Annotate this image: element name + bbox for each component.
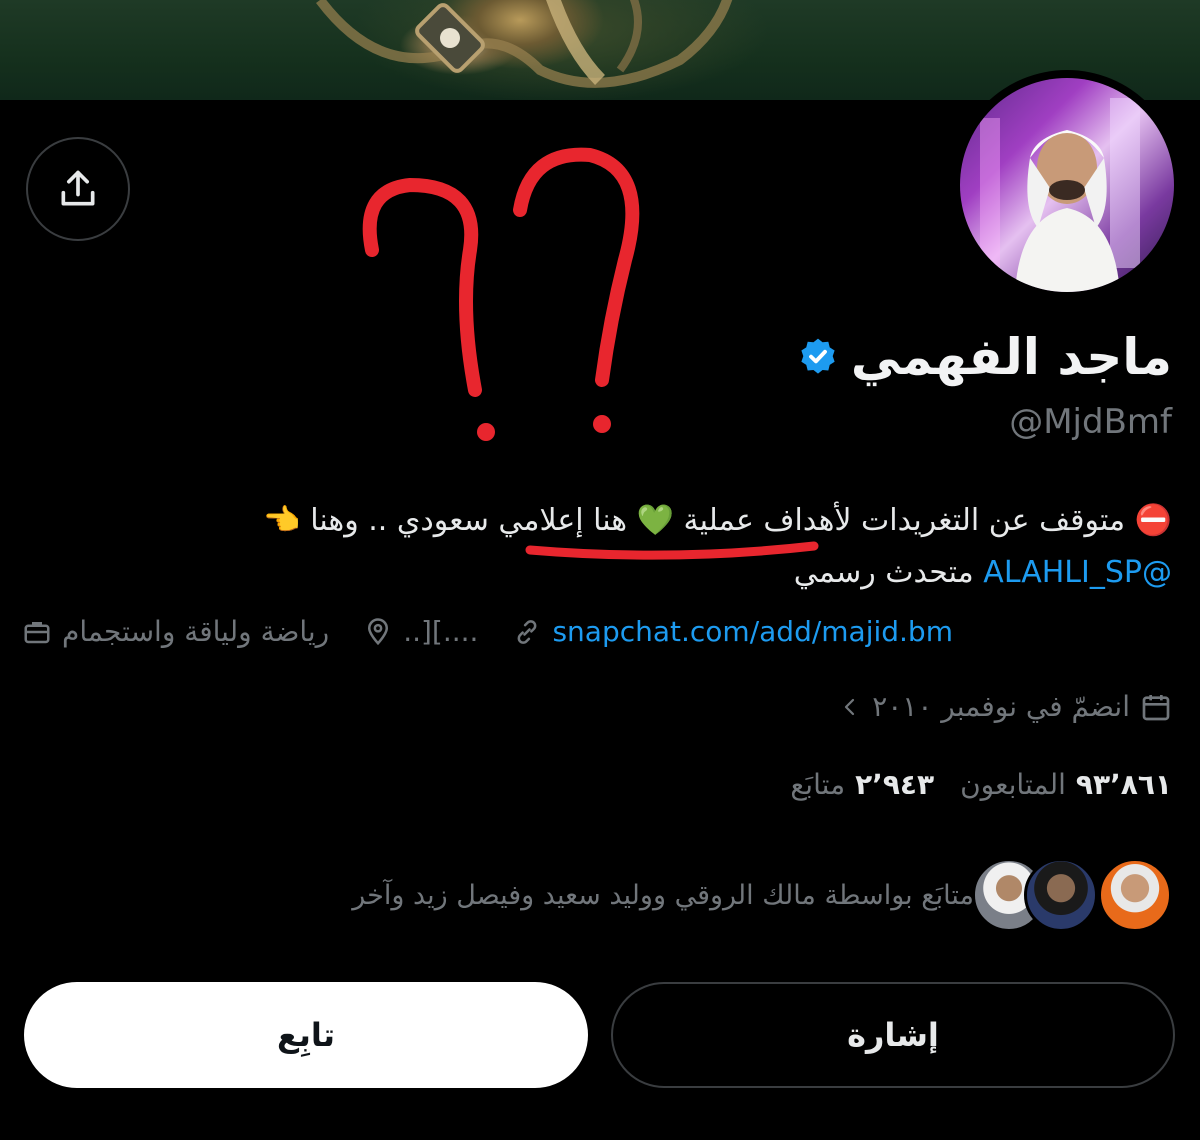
location-text: ....][.. [403, 615, 479, 648]
annotation-underline [525, 541, 819, 560]
following-stat[interactable]: ٢٬٩٤٣ متابَع [790, 768, 934, 801]
annotation-question-marks [362, 147, 640, 441]
bio-mention-link[interactable]: @ALAHLI_SP [983, 555, 1172, 590]
display-name: ماجد الفهمي [850, 328, 1172, 386]
avatar-photo [960, 78, 1174, 292]
website-link[interactable]: snapchat.com/add/majid.bm [552, 615, 953, 648]
followers-label: المتابعون [960, 768, 1066, 801]
profile-avatar[interactable] [952, 70, 1182, 300]
avatar [1098, 858, 1172, 932]
profile-meta: رياضة ولياقة واستجمام ....][.. snapchat.… [22, 615, 1172, 648]
followed-by-row[interactable]: متابَع بواسطة مالك الروقي ووليد سعيد وفي… [352, 858, 1172, 932]
followed-by-avatars [972, 858, 1172, 932]
banner-ornament [316, 0, 733, 88]
name-row: ماجد الفهمي [797, 328, 1172, 386]
share-icon [61, 170, 95, 206]
follow-stats: ٢٬٩٤٣ متابَع ٩٣٬٨٦١ المتابعون [790, 768, 1172, 801]
followed-by-text: متابَع بواسطة مالك الروقي ووليد سعيد وفي… [352, 879, 974, 911]
bio-line-2-text: متحدث رسمي [793, 555, 984, 590]
avatar-figure [980, 98, 1140, 292]
location-pin-icon [368, 617, 389, 645]
category-text: رياضة ولياقة واستجمام [62, 615, 330, 648]
mention-button[interactable]: إشارة [611, 982, 1175, 1088]
website-item[interactable]: snapchat.com/add/majid.bm [512, 615, 953, 648]
link-icon [518, 619, 537, 644]
verified-badge-icon[interactable] [797, 336, 839, 378]
joined-text: انضمّ في نوفمبر ٢٠١٠ [872, 690, 1130, 723]
location-item: ....][.. [363, 615, 478, 648]
joined-row[interactable]: انضمّ في نوفمبر ٢٠١٠ [838, 690, 1172, 723]
category-item: رياضة ولياقة واستجمام [22, 615, 329, 648]
followers-stat[interactable]: ٩٣٬٨٦١ المتابعون [960, 768, 1172, 801]
follow-button[interactable]: تابِع [24, 982, 588, 1088]
briefcase-icon [24, 621, 50, 643]
followers-count: ٩٣٬٨٦١ [1075, 768, 1172, 801]
share-button[interactable] [26, 137, 130, 241]
avatar [1024, 858, 1098, 932]
calendar-icon [1142, 694, 1170, 720]
following-count: ٢٬٩٤٣ [855, 768, 935, 801]
chevron-left-icon[interactable] [838, 695, 862, 719]
user-handle: @MjdBmf [1009, 402, 1172, 442]
following-label: متابَع [790, 768, 846, 801]
